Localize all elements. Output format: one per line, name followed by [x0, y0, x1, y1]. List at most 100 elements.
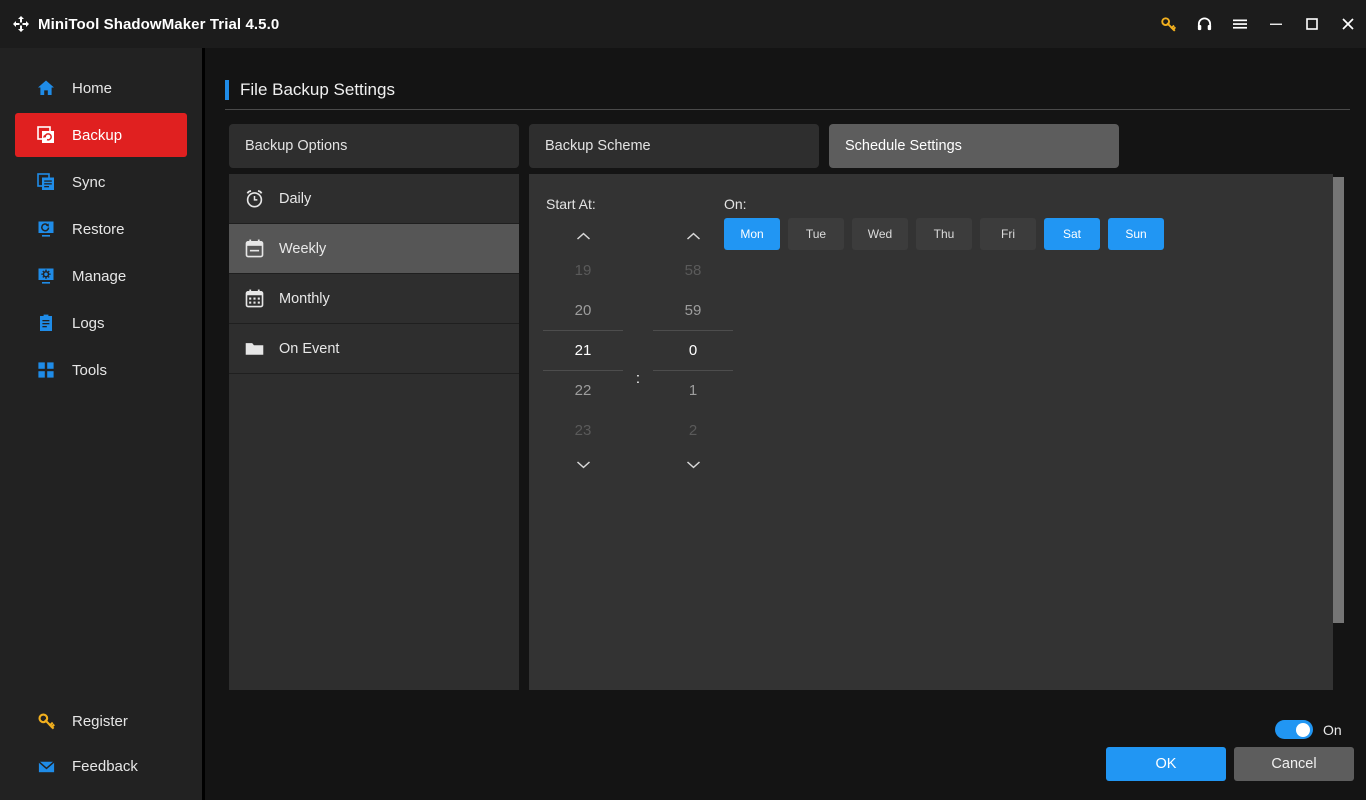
schedule-type-list: Daily Weekly Monthly On Event — [229, 174, 519, 690]
key-icon — [35, 710, 57, 732]
settings-tabs: Backup Options Backup Scheme Schedule Se… — [229, 124, 1129, 168]
alarm-clock-icon — [241, 186, 267, 212]
list-item-label: Monthly — [279, 290, 330, 307]
sidebar-item-label: Home — [72, 79, 113, 97]
hour-values[interactable]: 19 20 21 22 23 — [539, 250, 627, 450]
list-item-monthly[interactable]: Monthly — [229, 274, 519, 324]
settings-scrollbar-track[interactable] — [1333, 174, 1344, 690]
app-title: MiniTool ShadowMaker Trial 4.5.0 — [38, 15, 280, 33]
hour-select-line-bottom — [543, 370, 623, 371]
sidebar-item-logs[interactable]: Logs — [15, 301, 187, 345]
toggle-knob — [1296, 722, 1310, 737]
hour-option[interactable]: 22 — [539, 370, 627, 410]
schedule-enable-row: On — [1275, 720, 1342, 739]
sidebar-item-label: Sync — [72, 173, 106, 191]
day-button-thu[interactable]: Thu — [916, 218, 972, 250]
dialog-buttons: OK Cancel — [1106, 747, 1354, 781]
minute-option[interactable]: 58 — [649, 250, 737, 290]
day-button-sun[interactable]: Sun — [1108, 218, 1164, 250]
sidebar-item-label: Feedback — [72, 757, 138, 775]
hour-spinner: 19 20 21 22 23 — [539, 222, 627, 478]
calendar-icon — [241, 236, 267, 262]
sidebar-item-label: Manage — [72, 267, 127, 285]
tools-icon — [35, 359, 57, 381]
tab-backup-scheme[interactable]: Backup Scheme — [529, 124, 819, 168]
hour-select-line-top — [543, 330, 623, 331]
chevron-up-icon[interactable] — [539, 222, 627, 250]
sidebar-bottom-nav: Register Feedback — [0, 697, 202, 790]
home-icon — [35, 77, 57, 99]
hour-option[interactable]: 23 — [539, 410, 627, 450]
schedule-settings-panel: Start At: On: 19 20 21 22 23: 58 59 0 1… — [529, 174, 1333, 690]
hour-option[interactable]: 19 — [539, 250, 627, 290]
minute-values[interactable]: 58 59 0 1 2 — [649, 250, 737, 450]
minute-select-line-bottom — [653, 370, 733, 371]
minute-option-selected[interactable]: 0 — [649, 330, 737, 370]
sidebar-nav: Home Backup Sync Restore Manage Logs Too… — [0, 63, 202, 395]
chevron-down-icon[interactable] — [649, 450, 737, 478]
sidebar-item-backup[interactable]: Backup — [15, 113, 187, 157]
page-title: File Backup Settings — [240, 80, 395, 99]
schedule-toggle[interactable] — [1275, 720, 1313, 739]
maximize-icon[interactable] — [1294, 0, 1330, 48]
window-controls — [1150, 0, 1366, 48]
day-button-sat[interactable]: Sat — [1044, 218, 1100, 250]
page-header: File Backup Settings — [225, 80, 395, 100]
sidebar-item-restore[interactable]: Restore — [15, 207, 187, 251]
calendar-grid-icon — [241, 286, 267, 312]
ok-button[interactable]: OK — [1106, 747, 1226, 781]
minute-select-line-top — [653, 330, 733, 331]
sidebar-item-label: Register — [72, 712, 128, 730]
day-button-mon[interactable]: Mon — [724, 218, 780, 250]
tab-schedule-settings[interactable]: Schedule Settings — [829, 124, 1119, 168]
backup-icon — [35, 124, 57, 146]
logs-icon — [35, 312, 57, 334]
sidebar-item-manage[interactable]: Manage — [15, 254, 187, 298]
list-item-label: On Event — [279, 340, 340, 357]
sidebar: Home Backup Sync Restore Manage Logs Too… — [0, 48, 202, 800]
minute-option[interactable]: 2 — [649, 410, 737, 450]
chevron-down-icon[interactable] — [539, 450, 627, 478]
minimize-icon[interactable] — [1258, 0, 1294, 48]
menu-icon[interactable] — [1222, 0, 1258, 48]
hour-option-selected[interactable]: 21 — [539, 330, 627, 370]
settings-scrollbar-thumb[interactable] — [1333, 177, 1344, 623]
sidebar-item-tools[interactable]: Tools — [15, 348, 187, 392]
time-picker: 19 20 21 22 23 : 58 59 0 1 2 — [539, 222, 737, 478]
sync-icon — [35, 171, 57, 193]
sidebar-item-home[interactable]: Home — [15, 66, 187, 110]
cancel-button[interactable]: Cancel — [1234, 747, 1354, 781]
day-button-wed[interactable]: Wed — [852, 218, 908, 250]
manage-icon — [35, 265, 57, 287]
day-button-fri[interactable]: Fri — [980, 218, 1036, 250]
app-logo-icon — [10, 13, 32, 35]
sidebar-item-label: Restore — [72, 220, 125, 238]
list-item-on-event[interactable]: On Event — [229, 324, 519, 374]
minute-option[interactable]: 59 — [649, 290, 737, 330]
content-area: File Backup Settings Backup Options Back… — [205, 48, 1366, 800]
list-item-label: Daily — [279, 190, 312, 207]
sidebar-item-sync[interactable]: Sync — [15, 160, 187, 204]
folder-icon — [241, 336, 267, 362]
list-item-weekly[interactable]: Weekly — [229, 224, 519, 274]
day-of-week-group: Mon Tue Wed Thu Fri Sat Sun — [724, 218, 1172, 250]
toggle-label: On — [1323, 721, 1342, 738]
sidebar-item-label: Backup — [72, 126, 123, 144]
start-at-label: Start At: — [546, 196, 596, 212]
sidebar-item-register[interactable]: Register — [15, 700, 187, 742]
title-bar: MiniTool ShadowMaker Trial 4.5.0 — [0, 0, 1366, 48]
hour-option[interactable]: 20 — [539, 290, 627, 330]
title-accent-bar — [225, 80, 229, 100]
minute-spinner: 58 59 0 1 2 — [649, 222, 737, 478]
envelope-icon — [35, 755, 57, 777]
tab-backup-options[interactable]: Backup Options — [229, 124, 519, 168]
list-item-daily[interactable]: Daily — [229, 174, 519, 224]
close-icon[interactable] — [1330, 0, 1366, 48]
on-days-label: On: — [724, 196, 747, 212]
day-button-tue[interactable]: Tue — [788, 218, 844, 250]
key-icon[interactable] — [1150, 0, 1186, 48]
minute-option[interactable]: 1 — [649, 370, 737, 410]
sidebar-item-label: Tools — [72, 361, 108, 379]
headset-icon[interactable] — [1186, 0, 1222, 48]
sidebar-item-feedback[interactable]: Feedback — [15, 745, 187, 787]
